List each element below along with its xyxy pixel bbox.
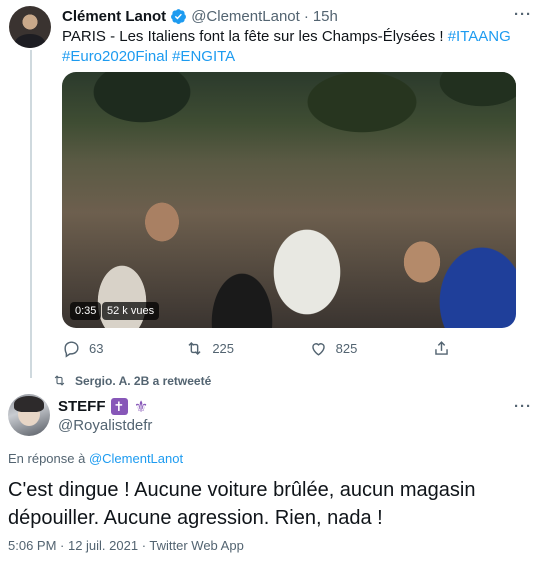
video-duration: 0:35 [70,302,102,320]
retweet-icon [54,375,65,386]
tweet-time[interactable]: 15h [313,8,338,25]
reply-to-handle[interactable]: @ClementLanot [89,451,183,466]
fleur-de-lis-emoji-icon: ⚜ [133,398,149,416]
reply-count: 63 [89,340,104,356]
tweet-text-body: PARIS - Les Italiens font la fête sur le… [62,28,448,45]
author-name[interactable]: STEFF [58,398,106,415]
like-button[interactable]: 825 [309,338,429,358]
cross-emoji-icon: ✝ [110,398,128,415]
tweet-header: Clément Lanot @ClementLanot · 15h [62,6,510,26]
hashtag-link[interactable]: #ENGITA [172,48,235,65]
author-name[interactable]: Clément Lanot [62,8,166,25]
tweet-header: STEFF ✝ ⚜ [58,398,150,416]
author-handle[interactable]: @Royalistdefr [58,417,152,434]
hashtag-link[interactable]: #ITAANG [448,28,511,45]
reply-icon [64,340,79,358]
share-button[interactable] [432,338,452,358]
thread-connector-line [30,50,32,378]
heart-icon [311,342,325,356]
like-count: 825 [335,340,358,356]
retweet-button[interactable]: 225 [185,338,305,358]
tweet-text: PARIS - Les Italiens font la fête sur le… [62,27,532,67]
avatar[interactable] [9,6,51,48]
more-options-icon[interactable]: ··· [514,398,532,415]
tweet-actions: 63 225 825 [62,338,452,358]
verified-badge-icon [171,8,187,24]
tweet-text: C'est dingue ! Aucune voiture brûlée, au… [8,479,476,529]
reply-prefix: En réponse à [8,451,89,466]
more-options-icon[interactable]: ··· [514,6,532,23]
video-frame-background [62,72,516,142]
share-icon [435,340,448,355]
video-view-count: 52 k vues [102,302,160,320]
hashtag-link[interactable]: #Euro2020Final [62,48,168,65]
tweet-timestamp[interactable]: 5:06 PM · 12 juil. 2021 · Twitter Web Ap… [8,538,244,553]
retweet-context-text: Sergio. A. 2B a retweeté [75,373,212,388]
avatar[interactable] [8,394,50,436]
retweet-context[interactable]: Sergio. A. 2B a retweeté [52,373,211,388]
reply-button[interactable]: 63 [62,338,182,358]
separator-dot: · [303,7,309,25]
retweet-count: 225 [212,340,235,356]
reply-context: En réponse à @ClementLanot [8,451,183,466]
author-handle[interactable]: @ClementLanot [191,8,300,25]
video-player[interactable]: 0:35 52 k vues [62,72,516,328]
retweet-icon [188,341,201,355]
